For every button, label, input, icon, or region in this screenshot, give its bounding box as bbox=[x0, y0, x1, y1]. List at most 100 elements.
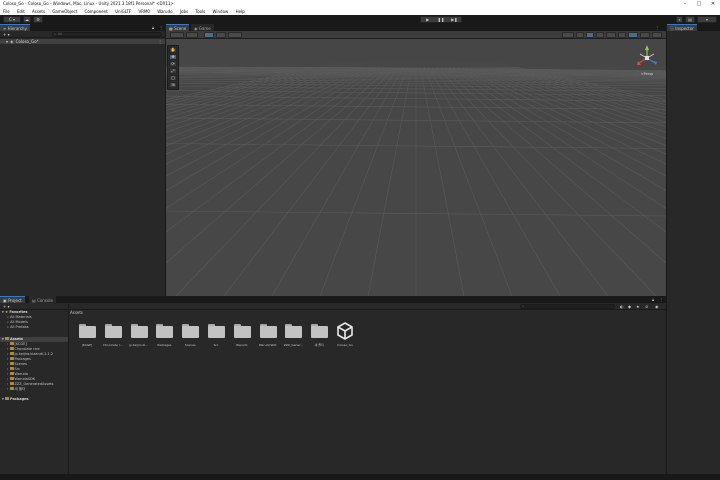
asset-folder[interactable]: Chocolate r... bbox=[101, 322, 125, 350]
increment-snap-dropdown[interactable] bbox=[228, 32, 242, 38]
tree-section-header[interactable]: ▾ Packages bbox=[0, 397, 68, 402]
effects-dropdown[interactable] bbox=[606, 32, 616, 38]
gear-icon[interactable]: ⚙ bbox=[33, 16, 43, 23]
close-button[interactable]: ✕ bbox=[706, 0, 720, 8]
project-search-input[interactable]: ⌕ bbox=[520, 304, 615, 309]
menu-window[interactable]: Window bbox=[210, 8, 232, 15]
menu-edit[interactable]: Edit bbox=[14, 8, 28, 15]
perspective-label[interactable]: <Persp bbox=[636, 72, 658, 76]
menu-help[interactable]: Help bbox=[233, 8, 248, 15]
global-toggle[interactable] bbox=[186, 32, 198, 38]
layout-dropdown[interactable]: ▾ bbox=[697, 16, 717, 23]
hand-tool-icon[interactable]: ✋ bbox=[169, 47, 177, 53]
menu-gameobject[interactable]: GameObject bbox=[49, 8, 80, 15]
folder-icon bbox=[130, 324, 148, 338]
tab-hierarchy[interactable]: ≡ Hierarchy bbox=[0, 24, 30, 31]
asset-folder[interactable]: Scenes bbox=[178, 322, 202, 350]
folder-icon bbox=[104, 324, 122, 338]
cloud-icon[interactable]: ☁ bbox=[23, 16, 31, 23]
asset-folder[interactable]: Warudo bbox=[230, 322, 254, 350]
menu-file[interactable]: File bbox=[0, 8, 13, 15]
asset-label: Packages bbox=[157, 343, 172, 347]
transform-tool-icon[interactable]: ⊞ bbox=[169, 82, 177, 88]
tree-item-label: Src bbox=[14, 367, 21, 371]
scene-search-toggle[interactable] bbox=[652, 32, 662, 38]
asset-folder[interactable]: 새 폴더 bbox=[307, 322, 331, 350]
orientation-gizmo-icon[interactable] bbox=[636, 44, 658, 72]
menu-unigltf[interactable]: UniGLTF bbox=[112, 8, 134, 15]
project-divider[interactable] bbox=[68, 304, 69, 480]
asset-folder[interactable]: ZZZ_Gener... bbox=[281, 322, 305, 350]
lock-icon[interactable]: 🔒︎ bbox=[152, 24, 154, 31]
audio-toggle[interactable] bbox=[596, 32, 604, 38]
asset-folder[interactable]: Packages bbox=[152, 322, 176, 350]
hidden-objects-toggle[interactable] bbox=[618, 32, 626, 38]
more-options-icon[interactable]: ⋮ bbox=[659, 296, 663, 303]
favorite-icon[interactable]: ★ bbox=[636, 303, 640, 310]
eye-icon[interactable]: ◉ bbox=[655, 303, 659, 310]
more-options-icon[interactable]: ⋮ bbox=[159, 24, 163, 31]
tree-item[interactable]: ⌕ All Prefabs bbox=[0, 325, 68, 330]
tab-game[interactable]: ◉ Game bbox=[191, 24, 214, 31]
lighting-toggle[interactable] bbox=[586, 32, 594, 38]
rotate-tool-icon[interactable]: ⟳ bbox=[169, 61, 177, 67]
menu-tools[interactable]: Tools bbox=[192, 8, 208, 15]
scene-viewport[interactable] bbox=[166, 39, 666, 296]
step-button[interactable]: ▶❚ bbox=[448, 17, 461, 22]
hidden-packages-icon[interactable]: ⊘ bbox=[645, 303, 648, 310]
play-button[interactable]: ▶ bbox=[421, 17, 434, 22]
menu-vrm0[interactable]: VRM0 bbox=[135, 8, 153, 15]
hierarchy-scene-row[interactable]: ▾ ◈ Coloso_Go* ⋮ bbox=[0, 39, 165, 44]
layers-dropdown[interactable]: ▤ bbox=[685, 16, 695, 23]
asset-label: Coloso_Go bbox=[337, 343, 353, 347]
scale-tool-icon[interactable]: ⤢ bbox=[169, 68, 177, 74]
more-options-icon[interactable]: ⋮ bbox=[158, 39, 162, 44]
grid-snap-toggle[interactable] bbox=[204, 32, 214, 38]
minimize-button[interactable]: – bbox=[678, 0, 692, 8]
menu-assets[interactable]: Assets bbox=[29, 8, 48, 15]
pause-button[interactable]: ❚❚ bbox=[434, 17, 447, 22]
menu-component[interactable]: Component bbox=[82, 8, 111, 15]
maximize-button[interactable]: □ bbox=[692, 0, 706, 8]
camera-settings-dropdown[interactable] bbox=[628, 32, 638, 38]
add-asset-button[interactable]: + ▾ bbox=[3, 303, 10, 310]
snap-settings-dropdown[interactable] bbox=[216, 32, 226, 38]
breadcrumb[interactable]: Assets bbox=[70, 310, 83, 315]
asset-scene[interactable]: Coloso_Go bbox=[333, 322, 357, 350]
asset-label: Src bbox=[213, 343, 219, 347]
hierarchy-toolbar: + ▾ ⌕ All bbox=[0, 31, 165, 38]
lock-icon[interactable]: 🔒︎ bbox=[652, 296, 654, 303]
asset-folder[interactable]: Src bbox=[204, 322, 228, 350]
tree-item[interactable]: › 새 폴더 bbox=[0, 387, 68, 392]
filter-by-type-icon[interactable]: ◐ bbox=[620, 303, 624, 310]
draw-mode-dropdown[interactable] bbox=[170, 32, 184, 38]
folder-icon bbox=[9, 367, 14, 371]
menu-warudo[interactable]: Warudo bbox=[154, 8, 175, 15]
asset-folder[interactable]: WarudoSDK bbox=[256, 322, 280, 350]
tree-item-label: 새 폴더 bbox=[14, 387, 26, 391]
more-options-icon[interactable]: ⋮ bbox=[655, 24, 659, 31]
gizmos-dropdown[interactable] bbox=[640, 32, 650, 38]
folder-icon bbox=[9, 382, 14, 386]
asset-folder[interactable]: [KCGE] bbox=[75, 322, 99, 350]
tab-console[interactable]: ▤ Console bbox=[29, 296, 56, 303]
account-dropdown[interactable]: C ▾ bbox=[3, 16, 21, 23]
move-tool-icon[interactable]: ✥ bbox=[169, 54, 177, 60]
scene-name: Coloso_Go* bbox=[15, 39, 39, 44]
search-icon: ⌕ bbox=[522, 304, 524, 308]
menu-jobs[interactable]: Jobs bbox=[177, 8, 191, 15]
tree-item-label: Chocolate rice bbox=[14, 347, 40, 351]
asset-label: WarudoSDK bbox=[258, 343, 277, 347]
add-button[interactable]: + ▾ bbox=[3, 31, 10, 38]
tab-inspector[interactable]: ⓘ Inspector bbox=[667, 24, 697, 31]
render-mode-dropdown[interactable] bbox=[562, 32, 574, 38]
tab-project[interactable]: ▣ Project bbox=[0, 296, 25, 303]
tab-scene[interactable]: ▦ Scene bbox=[166, 24, 190, 31]
expand-arrow-icon[interactable]: ▾ bbox=[6, 39, 8, 44]
search-icon[interactable]: ⌕ bbox=[676, 16, 683, 23]
hierarchy-search-input[interactable]: ⌕ All bbox=[52, 32, 162, 37]
asset-folder[interactable]: jp.keijiro.kl... bbox=[127, 322, 151, 350]
2d-toggle[interactable] bbox=[576, 32, 584, 38]
filter-by-label-icon[interactable]: ◆ bbox=[628, 303, 631, 310]
rect-tool-icon[interactable]: ▢ bbox=[169, 75, 177, 81]
